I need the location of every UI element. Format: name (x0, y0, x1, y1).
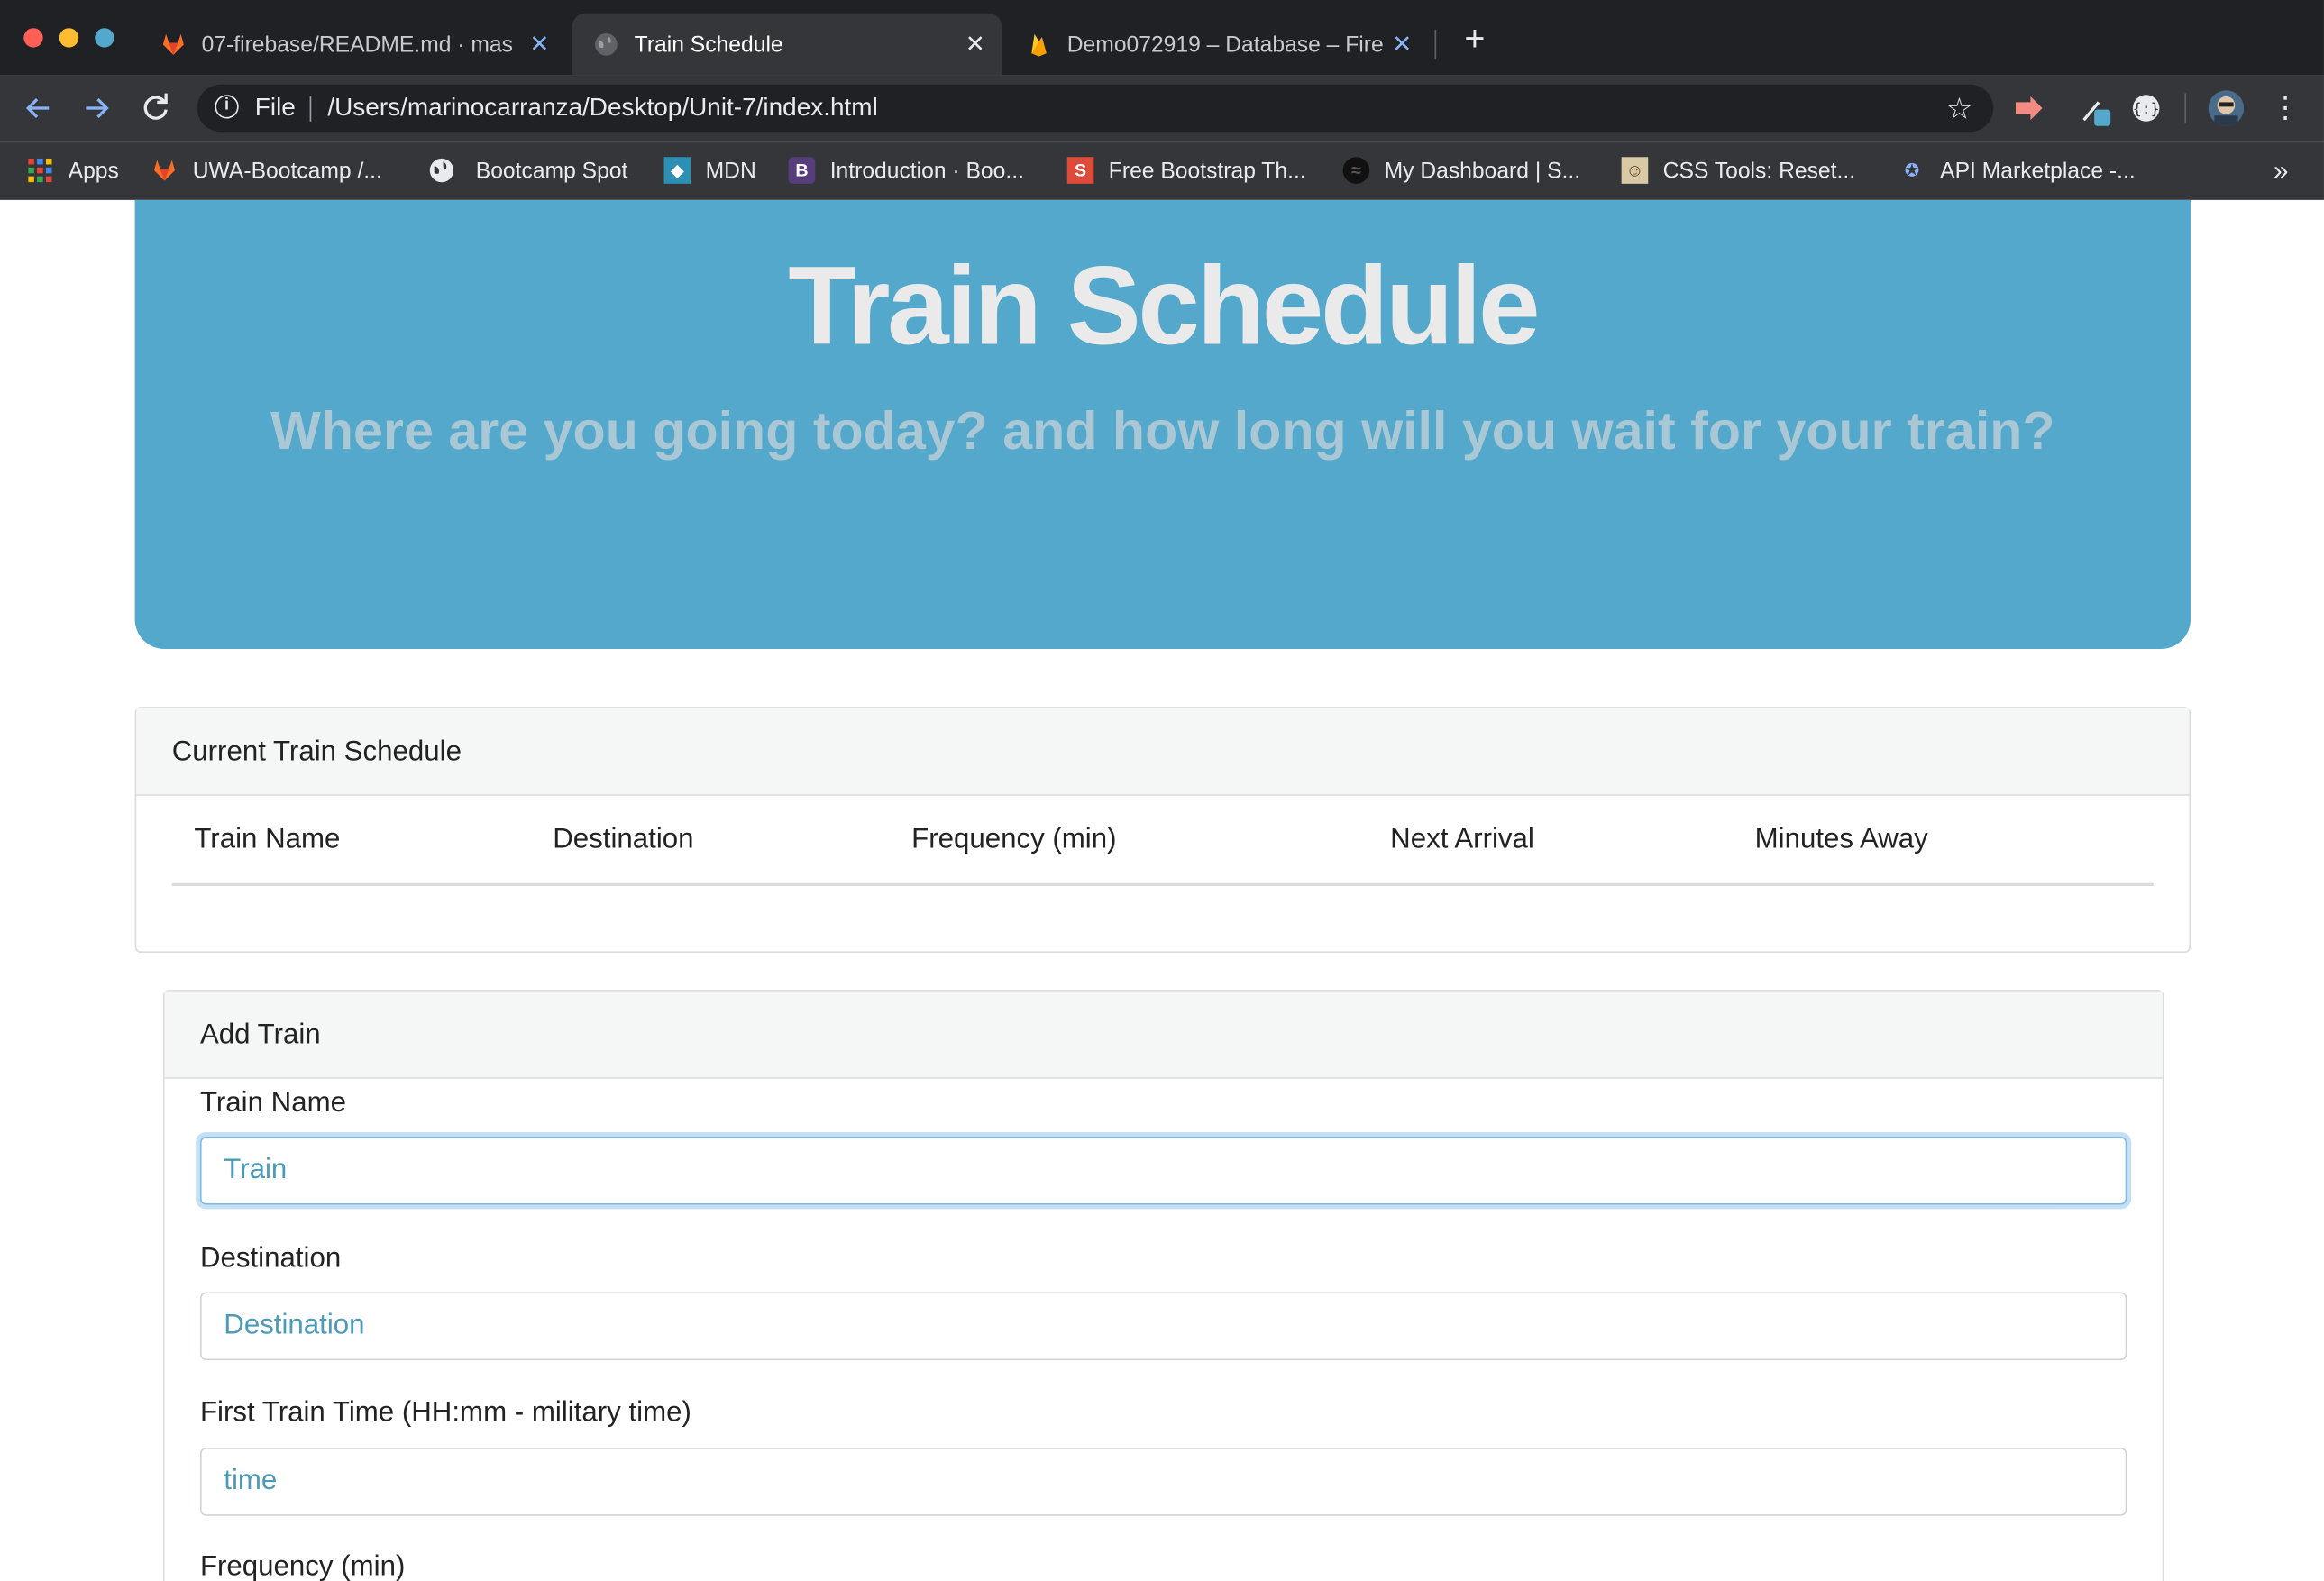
spotify-icon: ≈ (1342, 157, 1370, 184)
startbootstrap-icon: S (1066, 157, 1094, 184)
extension-pen-icon[interactable] (2078, 94, 2111, 126)
bookmark-label: Free Bootstrap Th... (1108, 158, 1306, 184)
first-train-time-input[interactable] (199, 1448, 2127, 1516)
globe-icon (593, 32, 620, 59)
bookmark-label: MDN (705, 158, 756, 184)
bookmark-label: Apps (68, 158, 119, 184)
bookmarks-overflow-button[interactable]: » (2274, 154, 2288, 187)
tab-title: Train Schedule (634, 32, 783, 58)
add-train-card: Add Train Train Name Destination First T… (162, 990, 2164, 1581)
bookmark-label: API Marketplace -... (1940, 158, 2136, 184)
back-button[interactable] (21, 90, 56, 125)
schedule-card-header: Current Train Schedule (136, 708, 2190, 796)
gitlab-icon (160, 32, 188, 59)
column-header-next-arrival: Next Arrival (1390, 824, 1534, 855)
address-divider (309, 96, 312, 122)
first-train-time-label: First Train Time (HH:mm - military time) (199, 1397, 691, 1429)
toolbar-divider (2184, 93, 2187, 123)
train-name-input[interactable] (199, 1136, 2127, 1205)
bookmarks-bar: Apps UWA-Bootcamp /... Bootcamp Spot ◆ M… (0, 141, 2324, 200)
bookmark-api-marketplace[interactable]: ✪ API Marketplace -... (1899, 154, 2136, 187)
bookmark-label: UWA-Bootcamp /... (192, 158, 382, 184)
bookmark-label: My Dashboard | S... (1384, 158, 1581, 184)
close-tab-icon[interactable]: ✕ (960, 30, 990, 59)
star-icon[interactable]: ☆ (1946, 90, 1972, 127)
meyer-icon: ☺ (1621, 157, 1649, 184)
page-content: Train Schedule Where are you going today… (0, 199, 2324, 1581)
forward-button[interactable] (78, 90, 114, 125)
schedule-table: Train Name Destination Frequency (min) N… (136, 796, 2189, 900)
page-title: Train Schedule (788, 242, 1540, 368)
bookmark-bootstrap-intro[interactable]: B Introduction · Boo... (788, 154, 1024, 187)
arrow-right-icon (86, 97, 109, 119)
globe-icon (428, 157, 455, 184)
mdn-icon: ◆ (663, 157, 691, 184)
add-train-card-header: Add Train (164, 991, 2163, 1079)
train-name-label: Train Name (199, 1087, 346, 1119)
destination-label: Destination (199, 1243, 342, 1275)
bookmark-label: Bootcamp Spot (475, 158, 628, 184)
schedule-card: Current Train Schedule Train Name Destin… (134, 707, 2191, 954)
page-subtitle: Where are you going today? and how long … (270, 399, 2055, 462)
new-tab-button[interactable]: + (1459, 22, 1491, 57)
bookmark-label: CSS Tools: Reset... (1662, 158, 1856, 184)
close-window-button[interactable] (23, 28, 43, 48)
bookmark-free-bootstrap[interactable]: S Free Bootstrap Th... (1066, 154, 1306, 187)
address-bar[interactable]: i File /Users/marinocarranza/Desktop/Uni… (197, 84, 1994, 133)
bookmark-apps[interactable]: Apps (27, 154, 119, 187)
tab-title: Demo072919 – Database – Fire (1066, 32, 1384, 58)
column-header-train-name: Train Name (194, 824, 341, 855)
extension-arrow-icon[interactable] (2013, 94, 2043, 123)
close-tab-icon[interactable]: ✕ (1387, 30, 1417, 59)
destination-input[interactable] (199, 1292, 2127, 1361)
rapidapi-icon: ✪ (1904, 160, 1920, 181)
bookmark-css-tools[interactable]: ☺ CSS Tools: Reset... (1621, 154, 1856, 187)
reload-icon (143, 93, 168, 120)
close-tab-icon[interactable]: ✕ (525, 30, 554, 59)
column-header-minutes-away: Minutes Away (1754, 824, 1928, 855)
bookmark-mdn[interactable]: ◆ MDN (663, 154, 756, 187)
bookmark-uwa-bootcamp[interactable]: UWA-Bootcamp /... (151, 154, 382, 187)
avatar[interactable] (2208, 90, 2245, 126)
tab-title: 07-firebase/README.md · mas (201, 32, 513, 58)
arrow-left-icon (25, 97, 50, 119)
url-text[interactable]: /Users/marinocarranza/Desktop/Unit-7/ind… (327, 94, 877, 123)
gitlab-icon (151, 157, 178, 184)
tab-firebase[interactable]: Demo072919 – Database – Fire ✕ (1005, 14, 1429, 76)
menu-kebab-icon[interactable]: ⋮ (2271, 94, 2301, 123)
minimize-window-button[interactable] (59, 28, 79, 48)
svg-text:{:}: {:} (2133, 101, 2160, 118)
bookmark-my-dashboard[interactable]: ≈ My Dashboard | S... (1342, 154, 1581, 187)
bookmark-bootcamp-spot[interactable]: Bootcamp Spot (428, 154, 627, 187)
browser-toolbar: i File /Users/marinocarranza/Desktop/Uni… (0, 75, 2324, 142)
jumbotron: Train Schedule Where are you going today… (134, 199, 2191, 650)
scheme-label: File (254, 93, 296, 122)
extension-json-icon[interactable]: {:} (2131, 94, 2161, 123)
firebase-icon (1026, 32, 1053, 59)
frequency-label: Frequency (min) (199, 1551, 406, 1581)
column-header-frequency: Frequency (min) (911, 824, 1117, 855)
bookmark-label: Introduction · Boo... (829, 158, 1024, 184)
tab-separator (1434, 29, 1437, 59)
maximize-window-button[interactable] (95, 28, 114, 48)
table-header-divider (171, 882, 2154, 887)
info-icon[interactable]: i (215, 95, 239, 119)
bootstrap-icon: B (788, 157, 816, 184)
apps-grid-icon (27, 157, 54, 184)
tab-train-schedule[interactable]: Train Schedule ✕ (572, 13, 1002, 76)
reload-button[interactable] (138, 90, 173, 125)
tab-strip: 07-firebase/README.md · mas ✕ Train Sche… (0, 0, 2324, 76)
column-header-destination: Destination (553, 824, 694, 855)
tab-readme[interactable]: 07-firebase/README.md · mas ✕ (140, 14, 567, 76)
